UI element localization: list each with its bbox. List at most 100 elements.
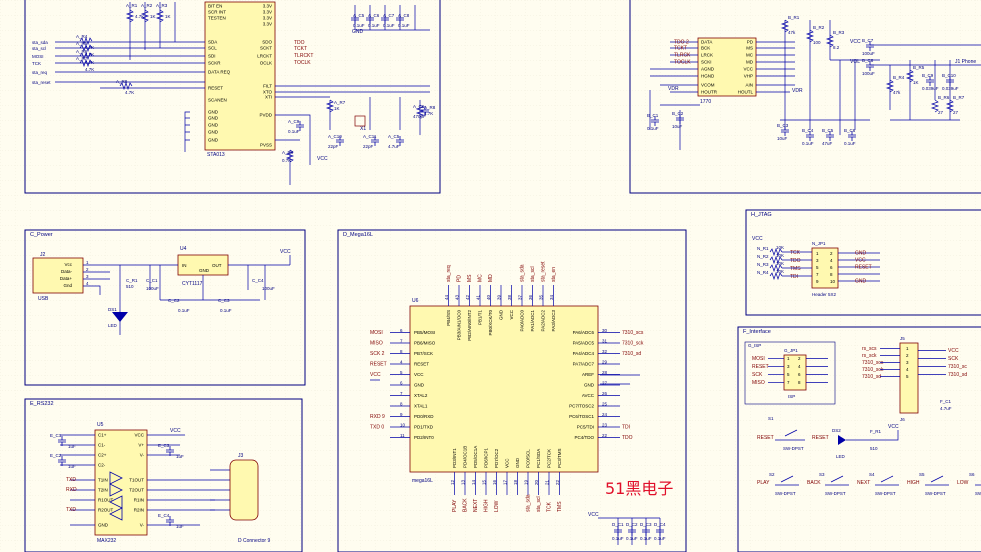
jtag-res-ref: N_R2 — [757, 254, 769, 259]
sta-gnd: GND — [352, 29, 364, 35]
sta-net-left: TCK — [32, 61, 41, 66]
mega-pin-top: PB4/SS — [446, 310, 451, 326]
mega-net-top: sta_req — [446, 265, 452, 282]
sta013-pin-right: FILT — [263, 84, 272, 89]
jtag-header-label: Header 5X2 — [812, 292, 837, 297]
sta-resistor-ref: A_R6 — [76, 49, 88, 54]
mega-pin-top: PA3/ADC3 — [551, 310, 556, 332]
jtag-pin-even: 10 — [830, 279, 836, 284]
mega-pin-left: PD0/RXD — [414, 414, 434, 419]
mega-net-bottom: NEXT — [473, 499, 479, 512]
mega-pin-right: PA5/ADC5 — [573, 341, 595, 346]
u1770-cap-ref: B_C8 — [862, 58, 874, 63]
u1770-cap-val: 0.1uF — [844, 141, 856, 146]
mega-net-left: RXD 9 — [370, 414, 385, 420]
j5-header[interactable] — [899, 342, 919, 414]
mega-pin-left: RESET — [414, 362, 429, 367]
mega-pin-bottom: PD3/INT1 — [452, 448, 457, 468]
mega-net-right: TDO — [622, 435, 633, 441]
isp-label: ISP — [788, 394, 795, 399]
f-c1-ref: F_C1 — [940, 399, 952, 404]
mega-net-right: TDI — [622, 425, 630, 431]
mega-net-right: 7310_scs — [622, 330, 644, 336]
mega-pin-bottom: PC0/SCL — [526, 449, 531, 468]
u1770-cap-ref: B_C4 — [802, 128, 814, 133]
sta-resistor-ref: A_R4 — [76, 34, 88, 39]
sta-cap-ref: A_C5 — [388, 134, 400, 139]
u1770-pin-right: MC — [746, 53, 754, 58]
ic-1770-label: 1770 — [700, 99, 711, 105]
mega-pin-left: PB6/MISO — [414, 341, 436, 346]
mega-pin-right: AREF — [582, 372, 594, 377]
sta-resistor-val: 1K — [150, 14, 156, 19]
db9-connector[interactable] — [229, 459, 259, 521]
sta-cap-val: 4.7uF — [388, 144, 400, 149]
usb-pin: Data+ — [60, 276, 73, 281]
sta013-pin-left: SDI — [208, 54, 216, 59]
max232-pin-right: T2OUT — [129, 488, 144, 493]
mega-net-bottom: LOW — [494, 500, 500, 512]
switch-type: SW-DPST — [875, 491, 896, 496]
mega-net-left: SCK 2 — [370, 351, 385, 357]
j5-net-right: 7310_sd — [948, 372, 967, 378]
u1770-pin-left: HOUTR — [701, 90, 718, 95]
sta-resistor-val: 4.7K — [125, 90, 134, 95]
sta-resistor-ref: A_R8 — [116, 79, 128, 84]
max232-pin-right: R2IN — [134, 508, 144, 513]
jtag-res-val: 10K — [776, 245, 784, 250]
u4-label: CYT1117 — [182, 281, 203, 287]
max232-cap-val: 1uF — [68, 444, 76, 449]
mega-vcc-bottom: VCC — [588, 512, 599, 518]
mega-net-top: sta_en — [551, 267, 557, 282]
jtag-res-ref: N_R1 — [757, 246, 769, 251]
switch-ref: S2 — [769, 472, 775, 477]
u1770-res-ref: B_R3 — [833, 30, 845, 35]
max232-cap-ref: E_C1 — [50, 433, 62, 438]
mega-pin-top: PB0/XCK/T0 — [488, 310, 493, 336]
max232-cap-ref: E_C3 — [158, 443, 170, 448]
mega-net-left: VCC — [370, 372, 381, 378]
switch-ref: S4 — [869, 472, 875, 477]
mega-pin-right: AVCC — [582, 393, 595, 398]
u1770-res-ref: B_R1 — [788, 15, 800, 20]
mega-pin-right: PA4/ADC4 — [573, 351, 595, 356]
u1770-pin-left: HGND — [701, 74, 715, 79]
jtag-net-left: TMS — [790, 266, 801, 272]
sta-cap-val: 22pF — [328, 144, 339, 149]
mega-pin-top: PA2/ADC2 — [541, 310, 546, 332]
sta-resistor-val: 0.7K — [282, 158, 291, 163]
u1770-pin-right: MS — [746, 46, 753, 51]
mega-pin-right: GND — [584, 383, 595, 388]
jtag-header-ref: N_JP1 — [812, 241, 826, 246]
max232-pin-left: T2IN — [98, 488, 108, 493]
sta-net-left: sta_reset — [32, 80, 51, 85]
schematic-sheet[interactable]: BIT ENSCR INTTESTEN SDASCL SDI SCKR DATA REQ… — [0, 0, 981, 552]
mega-pin-bottom: PD7/OC2 — [494, 448, 499, 468]
jtag-res-val: 10K — [776, 253, 784, 258]
sta013-pin-left: SDA — [208, 40, 217, 45]
ic-mega16l[interactable] — [409, 305, 599, 473]
u1770-pin-left: SCKI — [701, 60, 712, 65]
tr-vdr: VDR — [668, 86, 679, 92]
sta-resistor-ref: A_R9 — [282, 150, 294, 155]
u1770-pin-left: VCOM — [701, 83, 715, 88]
u1770-pin-left: DATA — [701, 40, 712, 45]
mega-pin-right: PC7/TOSC2 — [569, 404, 594, 409]
usb-connector[interactable] — [32, 257, 84, 294]
mega-net-bottom: PLAY — [452, 499, 458, 512]
rs-txd-2: TXD — [66, 507, 76, 513]
sta013-pin-right: OCLK — [260, 61, 272, 66]
xtal-x1: X1 — [360, 126, 366, 132]
sta013-pin-right: SDO — [262, 40, 272, 45]
mega-net-bottom: TMS — [557, 501, 563, 512]
mega-pin-top: PA1/ADC1 — [530, 310, 535, 332]
ds2-net: RESET — [812, 435, 829, 441]
c-r1-ref: C_R1 — [126, 278, 138, 283]
jtag-net-left: TCK — [790, 250, 801, 256]
switch-type: SW-DPST — [775, 491, 796, 496]
u1770-cap-val: 10uF — [672, 124, 683, 129]
jtag-net-left: TDO — [790, 258, 801, 264]
u1770-res-val: 47k — [788, 30, 796, 35]
sta013-pin-left: SCANEN — [208, 98, 227, 103]
u1770-res-ref: B_R5 — [913, 65, 925, 70]
